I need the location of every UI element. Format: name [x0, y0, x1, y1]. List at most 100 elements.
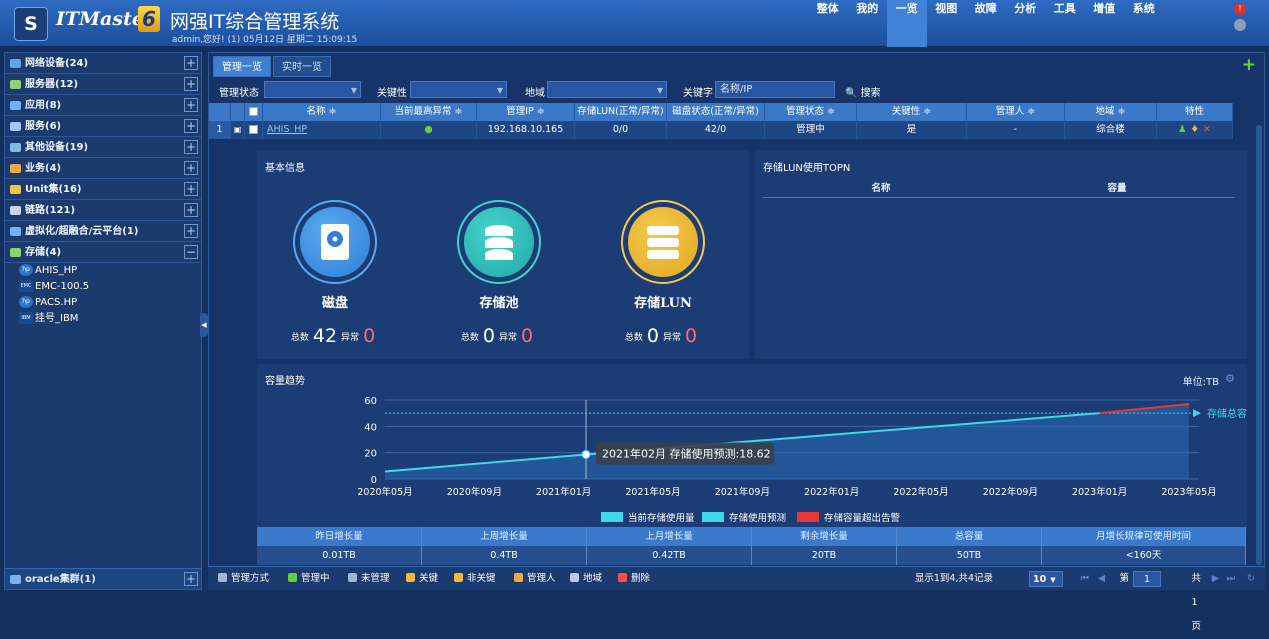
- col-header[interactable]: 名称 ≑: [263, 103, 381, 121]
- set-owner-button[interactable]: 管理人: [514, 567, 556, 591]
- legend-label[interactable]: 存储容量超出告警: [824, 512, 901, 524]
- sidebar-group[interactable]: 服务(6) +: [5, 116, 201, 137]
- delete-button[interactable]: 删除: [618, 567, 650, 591]
- row-checkbox[interactable]: [245, 121, 263, 139]
- sidebar-group[interactable]: 链路(121) +: [5, 200, 201, 221]
- select-all-checkbox[interactable]: [249, 107, 258, 116]
- sidebar-item-oracle-cluster[interactable]: oracle集群(1) +: [5, 568, 201, 589]
- first-page-icon[interactable]: ⏮: [1080, 567, 1089, 591]
- hover-point[interactable]: [581, 449, 591, 459]
- expand-icon[interactable]: +: [184, 224, 198, 238]
- expand-icon[interactable]: +: [184, 182, 198, 196]
- set-non-key-button[interactable]: 非关键: [454, 567, 496, 591]
- collapse-icon[interactable]: −: [184, 245, 198, 259]
- vertical-scrollbar[interactable]: [1256, 125, 1262, 565]
- user-small-icon[interactable]: [1234, 19, 1246, 31]
- col-header[interactable]: 存储LUN(正常/异常): [575, 103, 667, 121]
- nav-layers[interactable]: 整体: [808, 0, 848, 47]
- nav-user[interactable]: 我的: [848, 0, 888, 47]
- expand-row-icon[interactable]: ▣: [231, 121, 245, 139]
- bell-alarm-icon[interactable]: !: [1234, 3, 1246, 15]
- expand-icon[interactable]: +: [184, 56, 198, 70]
- sidebar-group[interactable]: Unit集(16) +: [5, 179, 201, 200]
- manage-icon[interactable]: ♟: [1178, 124, 1187, 135]
- nav-chart[interactable]: 分析: [1006, 0, 1046, 47]
- legend-swatch[interactable]: [601, 512, 623, 522]
- next-page-icon[interactable]: ▶: [1212, 567, 1219, 591]
- set-key-button[interactable]: 关键: [406, 567, 438, 591]
- metric-name: 存储池: [479, 296, 519, 311]
- metric-card[interactable]: 存储LUN 总数 0 异常 0: [603, 200, 723, 347]
- expand-icon[interactable]: +: [184, 203, 198, 217]
- sidebar-storage-item[interactable]: IBM 挂号_IBM: [5, 311, 201, 327]
- row-checkbox-box[interactable]: [249, 125, 258, 134]
- last-page-icon[interactable]: ⏭: [1226, 567, 1235, 591]
- metric-abnormal: 0: [685, 325, 698, 347]
- prev-page-icon[interactable]: ◀: [1098, 567, 1105, 591]
- expand-icon[interactable]: +: [184, 572, 198, 586]
- col-header[interactable]: 磁盘状态(正常/异常): [667, 103, 765, 121]
- stats-value-cell: 0.4TB: [422, 546, 587, 565]
- tab-realtime-overview[interactable]: 实时一览: [273, 56, 331, 77]
- group-icon: [10, 227, 21, 236]
- metric-card[interactable]: 磁盘 总数 42 异常 0: [275, 200, 395, 347]
- key-icon[interactable]: ♦: [1191, 124, 1200, 135]
- expand-icon[interactable]: +: [184, 119, 198, 133]
- page-number-input[interactable]: 1: [1133, 571, 1161, 587]
- col-header[interactable]: 管理状态 ≑: [765, 103, 857, 121]
- legend-label[interactable]: 存储使用预测: [729, 512, 786, 524]
- x-tick-label: 2022年09月: [983, 486, 1038, 498]
- search-button[interactable]: 🔍 搜索: [845, 84, 881, 99]
- sidebar-group[interactable]: 业务(4) +: [5, 158, 201, 179]
- tab-manage-overview[interactable]: 管理一览: [213, 56, 271, 77]
- expand-icon[interactable]: +: [184, 98, 198, 112]
- col-header[interactable]: 特性: [1157, 103, 1233, 121]
- managed-button[interactable]: 管理中: [288, 567, 330, 591]
- nav-gear[interactable]: 系统: [1124, 0, 1164, 47]
- sidebar-group[interactable]: 其他设备(19) +: [5, 137, 201, 158]
- unmanaged-button[interactable]: 未管理: [348, 567, 390, 591]
- legend-label[interactable]: 当前存储使用量: [628, 512, 695, 524]
- col-index: [209, 103, 231, 121]
- keyword-input[interactable]: 名称/IP: [715, 81, 835, 98]
- sidebar-storage-item[interactable]: hp PACS.HP: [5, 295, 201, 311]
- add-icon[interactable]: +: [1242, 57, 1256, 74]
- nav-plus[interactable]: 增值: [1085, 0, 1125, 47]
- sidebar-group[interactable]: 虚拟化/超融合/云平台(1) +: [5, 221, 201, 242]
- region: 综合楼: [1065, 121, 1157, 139]
- sidebar-storage-item[interactable]: EMC EMC-100.5: [5, 279, 201, 295]
- legend-swatch[interactable]: [797, 512, 819, 522]
- abnormal-label: 异常: [341, 333, 360, 343]
- table-row[interactable]: 1 ▣ AHIS_HP ● 192.168.10.165 0/0 42/0 管理中是 - 综合楼 ♟…: [209, 121, 1259, 139]
- expand-icon[interactable]: +: [184, 140, 198, 154]
- sidebar-storage-item[interactable]: hp AHIS_HP: [5, 263, 201, 279]
- col-header[interactable]: 管理IP ≑: [477, 103, 575, 121]
- nav-warn[interactable]: 故障: [966, 0, 1006, 47]
- set-region-button[interactable]: 地域: [570, 567, 602, 591]
- sidebar-group[interactable]: 应用(8) +: [5, 95, 201, 116]
- sidebar-collapse-handle[interactable]: ◀: [200, 313, 208, 337]
- col-header[interactable]: 管理人 ≑: [967, 103, 1065, 121]
- col-header[interactable]: 地域 ≑: [1065, 103, 1157, 121]
- x-tick-label: 2022年05月: [893, 486, 948, 498]
- expand-icon[interactable]: +: [184, 161, 198, 175]
- nav-tools[interactable]: 工具: [1045, 0, 1085, 47]
- col-header[interactable]: 关键性 ≑: [857, 103, 967, 121]
- device-name-link[interactable]: AHIS_HP: [263, 121, 381, 139]
- nav-ball[interactable]: 一览: [887, 0, 927, 47]
- col-header[interactable]: 当前最高异常 ≑: [381, 103, 477, 121]
- refresh-icon[interactable]: ↻: [1247, 567, 1255, 591]
- sidebar-group[interactable]: 网络设备(24) +: [5, 53, 201, 74]
- sidebar-group[interactable]: 服务器(12) +: [5, 74, 201, 95]
- sidebar-group[interactable]: 存储(4) −: [5, 242, 201, 263]
- page-size-select[interactable]: 10 ▼: [1029, 571, 1063, 587]
- metric-card[interactable]: 存储池 总数 0 异常 0: [439, 200, 559, 347]
- nav-share[interactable]: 视图: [927, 0, 967, 47]
- keyness-select[interactable]: ▼: [410, 81, 507, 98]
- manage-mode-button[interactable]: 管理方式: [218, 567, 269, 591]
- mgmt-state-select[interactable]: ▼: [264, 81, 361, 98]
- expand-icon[interactable]: +: [184, 77, 198, 91]
- legend-swatch[interactable]: [702, 512, 724, 522]
- region-select[interactable]: ▼: [547, 81, 667, 98]
- delete-icon[interactable]: ✕: [1203, 124, 1211, 135]
